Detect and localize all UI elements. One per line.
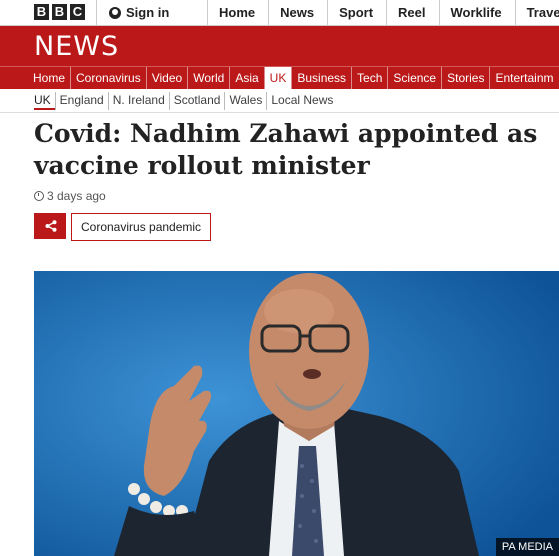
person-icon bbox=[109, 6, 121, 19]
topic-tag-link[interactable]: Coronavirus pandemic bbox=[71, 213, 212, 241]
section-nav-stories[interactable]: Stories bbox=[442, 67, 491, 89]
news-banner: NEWS bbox=[0, 26, 559, 66]
section-nav-business[interactable]: Business bbox=[292, 67, 353, 89]
top-bar: B B C Sign in Home News Sport Reel Workl… bbox=[0, 0, 559, 26]
article-hero-image: PA MEDIA bbox=[34, 271, 559, 556]
section-nav-science[interactable]: Science bbox=[388, 67, 443, 89]
section-nav-tech[interactable]: Tech bbox=[352, 67, 389, 89]
article-timestamp: 3 days ago bbox=[34, 189, 106, 203]
sub-nav-scotland[interactable]: Scotland bbox=[168, 92, 225, 110]
share-icon bbox=[45, 220, 57, 232]
section-nav-home[interactable]: Home bbox=[28, 67, 72, 89]
top-nav-travel[interactable]: Travel bbox=[514, 0, 559, 25]
section-nav-world[interactable]: World bbox=[188, 67, 231, 89]
bbc-logo-letter: C bbox=[70, 4, 85, 20]
section-nav-video[interactable]: Video bbox=[147, 67, 189, 89]
bbc-logo[interactable]: B B C bbox=[34, 4, 85, 20]
news-title[interactable]: NEWS bbox=[34, 31, 119, 62]
clock-icon bbox=[34, 191, 44, 201]
section-nav-uk[interactable]: UK bbox=[264, 67, 293, 89]
image-credit: PA MEDIA bbox=[495, 538, 559, 556]
top-nav-sport[interactable]: Sport bbox=[327, 0, 386, 25]
top-nav-worklife[interactable]: Worklife bbox=[438, 0, 515, 25]
timestamp-text: 3 days ago bbox=[47, 189, 106, 203]
sub-nav: UK England N. Ireland Scotland Wales Loc… bbox=[34, 92, 337, 110]
sub-nav-n-ireland[interactable]: N. Ireland bbox=[107, 92, 169, 110]
top-nav: Home News Sport Reel Worklife Travel bbox=[207, 0, 559, 25]
sub-nav-local-news[interactable]: Local News bbox=[266, 92, 337, 110]
divider bbox=[0, 112, 559, 113]
sub-nav-england[interactable]: England bbox=[54, 92, 108, 110]
top-nav-home[interactable]: Home bbox=[207, 0, 268, 25]
share-button[interactable] bbox=[34, 213, 66, 239]
bbc-logo-letter: B bbox=[52, 4, 67, 20]
sub-nav-wales[interactable]: Wales bbox=[224, 92, 266, 110]
bbc-logo-letter: B bbox=[34, 4, 49, 20]
sign-in-button[interactable]: Sign in bbox=[96, 0, 183, 25]
hero-photo bbox=[34, 271, 559, 556]
section-nav-entertainment[interactable]: Entertainm bbox=[490, 67, 559, 89]
section-nav-asia[interactable]: Asia bbox=[230, 67, 265, 89]
section-nav-coronavirus[interactable]: Coronavirus bbox=[71, 67, 147, 89]
article-headline: Covid: Nadhim Zahawi appointed as vaccin… bbox=[34, 119, 538, 180]
top-nav-reel[interactable]: Reel bbox=[386, 0, 438, 25]
top-nav-news[interactable]: News bbox=[268, 0, 327, 25]
sub-nav-uk[interactable]: UK bbox=[34, 92, 55, 110]
section-nav: Home Coronavirus Video World Asia UK Bus… bbox=[0, 66, 559, 89]
sign-in-label: Sign in bbox=[126, 5, 170, 20]
